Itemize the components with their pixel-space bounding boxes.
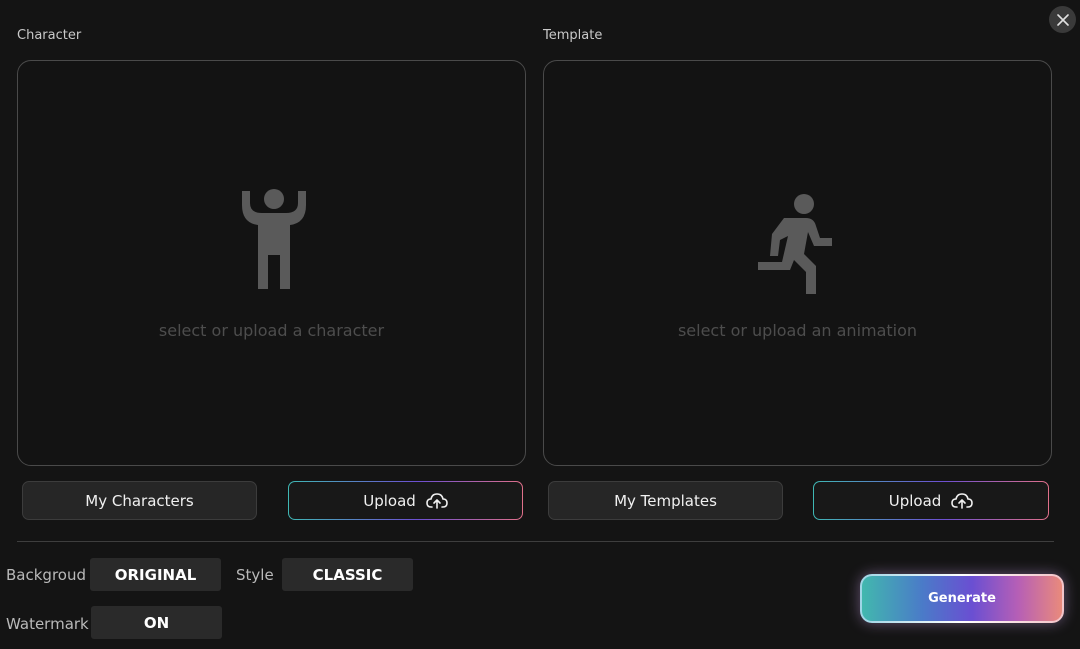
running-person-icon [754, 192, 834, 300]
cloud-upload-icon [425, 492, 448, 509]
person-arms-up-icon [240, 189, 308, 295]
upload-template-button[interactable]: Upload [813, 481, 1049, 520]
character-placeholder-text: select or upload a character [158, 321, 385, 340]
my-templates-button[interactable]: My Templates [548, 481, 783, 520]
background-value: ORIGINAL [114, 565, 197, 584]
style-value: CLASSIC [312, 565, 383, 584]
cloud-upload-icon [951, 492, 974, 509]
watermark-value: ON [143, 613, 170, 632]
template-placeholder-text: select or upload an animation [677, 321, 918, 340]
generate-button-frame: Generate [860, 574, 1064, 623]
upload-character-button[interactable]: Upload [288, 481, 523, 520]
animation-generator-dialog: Character select or upload a character T… [0, 0, 1080, 649]
my-templates-label: My Templates [614, 491, 717, 510]
style-toggle[interactable]: CLASSIC [282, 558, 413, 591]
background-label: Backgroud [6, 566, 86, 584]
character-section-label: Character [17, 28, 82, 43]
my-characters-label: My Characters [85, 491, 194, 510]
watermark-toggle[interactable]: ON [91, 606, 222, 639]
divider [17, 541, 1054, 542]
close-button[interactable] [1049, 6, 1076, 33]
character-drop-zone[interactable]: select or upload a character [17, 60, 526, 466]
template-section-label: Template [543, 28, 603, 43]
generate-button[interactable]: Generate [862, 576, 1062, 621]
style-label: Style [236, 566, 274, 584]
close-icon [1056, 13, 1069, 26]
upload-template-label: Upload [888, 491, 942, 510]
background-toggle[interactable]: ORIGINAL [90, 558, 221, 591]
watermark-label: Watermark [6, 615, 89, 633]
template-drop-zone[interactable]: select or upload an animation [543, 60, 1052, 466]
upload-character-label: Upload [363, 491, 416, 510]
generate-label: Generate [928, 591, 996, 606]
my-characters-button[interactable]: My Characters [22, 481, 257, 520]
